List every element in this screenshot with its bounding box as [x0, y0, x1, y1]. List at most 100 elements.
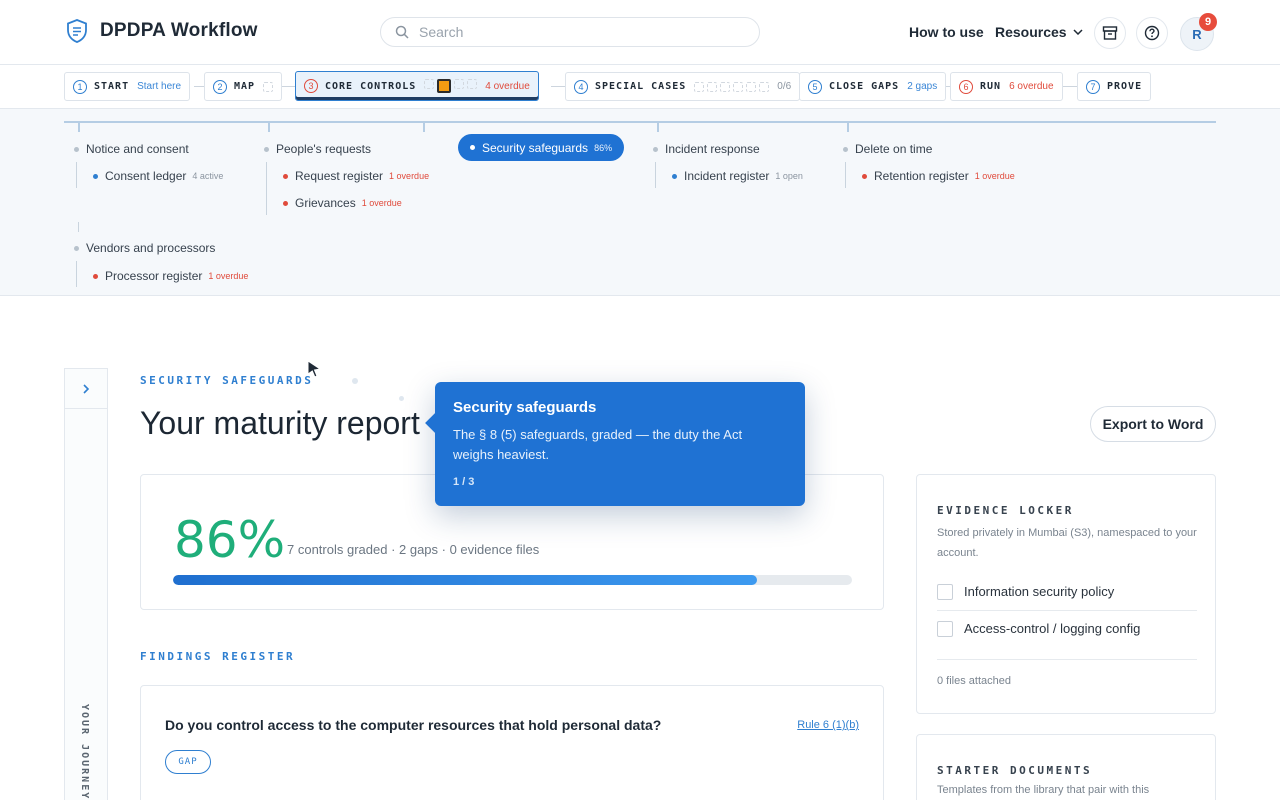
step-status: Start here: [137, 81, 182, 92]
search-icon: [395, 25, 409, 39]
evidence-item[interactable]: Information security policy: [937, 573, 1197, 610]
how-to-use-link[interactable]: How to use: [909, 24, 984, 40]
step-label: CLOSE GAPS: [829, 81, 900, 92]
score-summary: 7 controls graded · 2 gaps · 0 evidence …: [287, 542, 540, 557]
subnav-category-requests[interactable]: People's requests: [264, 142, 371, 156]
export-to-word-button[interactable]: Export to Word: [1090, 406, 1216, 442]
starter-documents-card: STARTER DOCUMENTS Templates from the lib…: [916, 734, 1216, 800]
guided-tour-tooltip[interactable]: Security safeguards The § 8 (5) safeguar…: [425, 382, 805, 506]
step-number: 2: [213, 79, 227, 94]
evidence-locker-description: Stored privately in Mumbai (S3), namespa…: [937, 527, 1197, 559]
item-label: Grievances: [295, 196, 356, 210]
step-map[interactable]: 2 MAP: [204, 72, 283, 101]
step-number: 3: [304, 79, 318, 93]
archive-icon: [1102, 26, 1118, 40]
top-header: DPDPA Workflow How to use Resources R 9: [0, 0, 1280, 65]
step-special-cases[interactable]: 4 SPECIAL CASES 0/6: [565, 72, 801, 101]
archive-button[interactable]: [1094, 17, 1126, 49]
subnav-item-retention-register[interactable]: Retention register 1 overdue: [862, 169, 1015, 183]
evidence-checkbox[interactable]: [937, 620, 953, 637]
finding-card: Do you control access to the computer re…: [140, 685, 884, 800]
rail-toggle[interactable]: [65, 369, 107, 409]
item-label: Consent ledger: [105, 169, 187, 183]
step-label: START: [94, 81, 130, 92]
step-label: MAP: [234, 81, 256, 92]
category-label: People's requests: [276, 142, 372, 156]
item-meta: 1 overdue: [208, 271, 249, 281]
step-number: 1: [73, 79, 87, 94]
subnav-category-security-active[interactable]: Security safeguards 86%: [458, 134, 625, 161]
subnav-item-incident-register[interactable]: Incident register 1 open: [672, 169, 803, 183]
step-number: 6: [959, 79, 973, 94]
control-subnav: Notice and consent Consent ledger 4 acti…: [0, 109, 1280, 296]
tooltip-step-counter: 1 / 3: [453, 476, 475, 488]
item-label: Retention register: [874, 169, 969, 183]
item-label: Processor register: [105, 269, 203, 283]
step-progress-dots: [263, 81, 274, 92]
search-input[interactable]: [419, 24, 719, 40]
section-eyebrow: SECURITY SAFEGUARDS: [140, 374, 314, 387]
score-progress-fill: [173, 575, 757, 585]
tooltip-arrow: [425, 413, 445, 433]
chevron-down-icon: [1073, 29, 1083, 35]
tooltip-body: The § 8 (5) safeguards, graded — the dut…: [453, 427, 743, 462]
category-percent: 86%: [594, 142, 613, 153]
tooltip-title: Security safeguards: [453, 399, 597, 416]
evidence-checkbox[interactable]: [937, 583, 953, 600]
help-button[interactable]: [1136, 17, 1168, 49]
category-label: Incident response: [665, 142, 760, 156]
subnav-category-vendors[interactable]: Vendors and processors: [74, 241, 215, 255]
step-number: 4: [574, 79, 588, 94]
step-progress-dots: [694, 81, 770, 92]
subnav-category-delete[interactable]: Delete on time: [843, 142, 932, 156]
step-progress-dots: [424, 79, 478, 93]
brand[interactable]: DPDPA Workflow: [66, 19, 258, 43]
subnav-item-request-register[interactable]: Request register 1 overdue: [283, 169, 429, 183]
step-run[interactable]: 6 RUN 6 overdue: [950, 72, 1063, 101]
step-close-gaps[interactable]: 5 CLOSE GAPS 2 gaps: [799, 72, 947, 101]
step-label: SPECIAL CASES: [595, 81, 687, 92]
starter-documents-title: STARTER DOCUMENTS: [937, 764, 1093, 777]
brand-title: DPDPA Workflow: [100, 20, 258, 41]
score-percent: 86%: [174, 511, 286, 569]
subnav-item-processor-register[interactable]: Processor register 1 overdue: [93, 269, 248, 283]
score-progress-bar: [173, 575, 852, 585]
subnav-item-grievances[interactable]: Grievances 1 overdue: [283, 196, 402, 210]
starter-documents-description: Templates from the library that pair wit…: [937, 784, 1150, 796]
help-icon: [1144, 25, 1160, 41]
step-label: PROVE: [1107, 81, 1143, 92]
item-meta: 1 overdue: [361, 198, 402, 208]
step-core-controls[interactable]: 3 CORE CONTROLS 4 overdue: [295, 71, 539, 101]
subnav-category-incident[interactable]: Incident response: [653, 142, 760, 156]
subnav-track: [64, 121, 1216, 123]
evidence-locker-footer: 0 files attached: [937, 675, 1011, 687]
resources-menu[interactable]: Resources: [995, 24, 1083, 40]
item-meta: 1 overdue: [389, 171, 430, 181]
step-start[interactable]: 1 START Start here: [64, 72, 191, 101]
evidence-item-label: Access-control / logging config: [964, 621, 1141, 636]
evidence-item[interactable]: Access-control / logging config: [937, 610, 1197, 647]
item-meta: 4 active: [192, 171, 224, 181]
step-label: CORE CONTROLS: [325, 80, 417, 92]
step-number: 5: [808, 79, 822, 94]
notification-badge: 9: [1199, 13, 1217, 31]
category-label: Delete on time: [855, 142, 933, 156]
evidence-item-label: Information security policy: [964, 584, 1115, 599]
step-prove[interactable]: 7 PROVE: [1077, 72, 1152, 101]
findings-eyebrow: FINDINGS REGISTER: [140, 650, 296, 663]
evidence-locker-title: EVIDENCE LOCKER: [937, 504, 1074, 517]
finding-question: Do you control access to the computer re…: [165, 717, 662, 733]
item-meta: 1 open: [775, 171, 803, 181]
item-meta: 1 overdue: [974, 171, 1015, 181]
step-status: 0/6: [777, 81, 792, 92]
step-status: 4 overdue: [485, 80, 530, 92]
subnav-category-notice[interactable]: Notice and consent: [74, 142, 189, 156]
resources-label: Resources: [995, 24, 1067, 40]
category-label: Notice and consent: [86, 142, 189, 156]
step-label: RUN: [980, 81, 1002, 92]
page-title: Your maturity report: [140, 405, 420, 441]
search-box[interactable]: [380, 17, 760, 47]
shield-logo-icon: [67, 19, 87, 43]
subnav-item-consent-ledger[interactable]: Consent ledger 4 active: [93, 169, 223, 183]
finding-rule-link[interactable]: Rule 6 (1)(b): [797, 719, 859, 731]
